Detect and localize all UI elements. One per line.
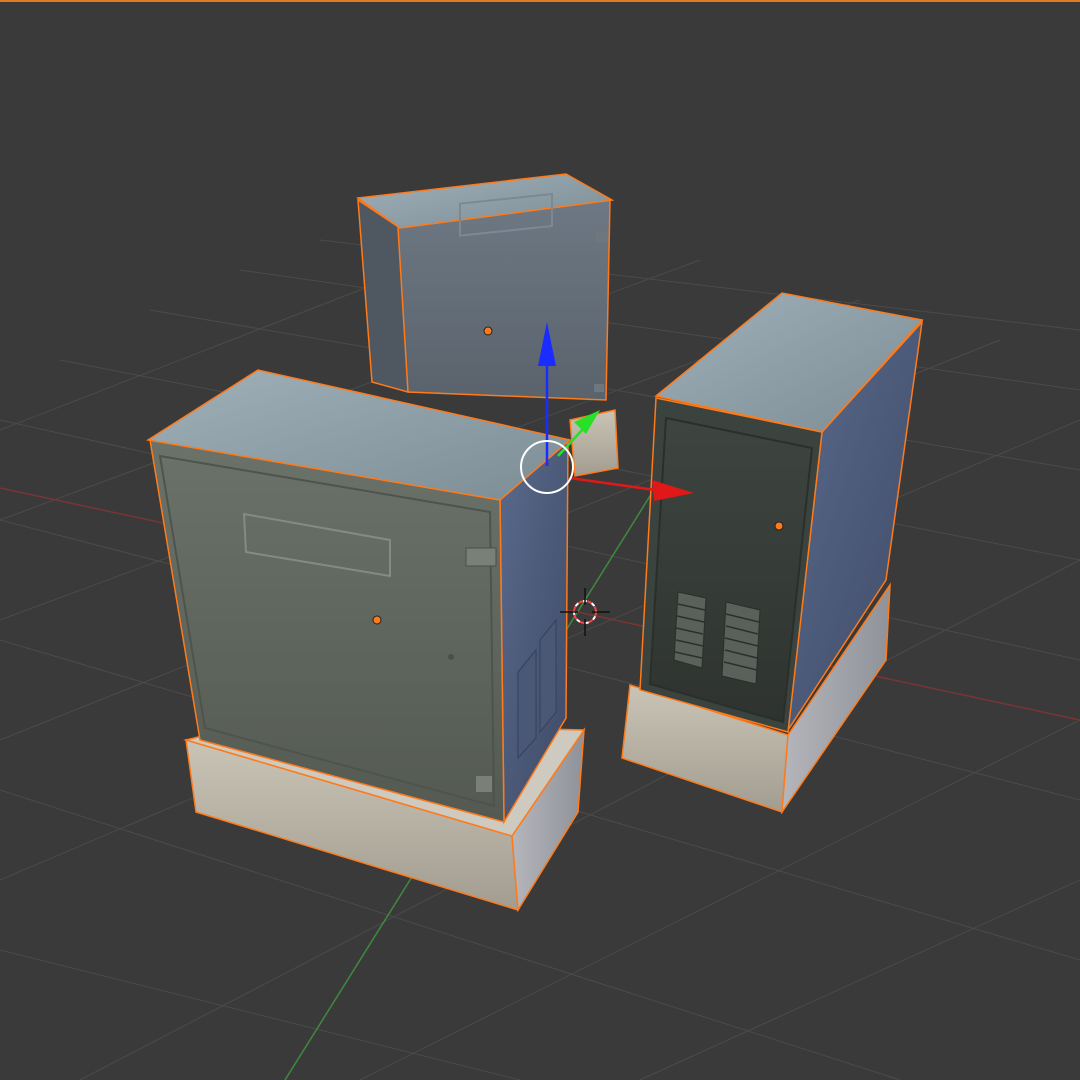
object-origin (483, 326, 493, 336)
3d-viewport[interactable] (0, 0, 1080, 1080)
object-origin (372, 615, 382, 625)
viewport-canvas[interactable] (0, 0, 1080, 1080)
viewport-top-border (0, 0, 1080, 2)
cabinet-right[interactable] (621, 292, 924, 815)
object-origin (774, 521, 784, 531)
cabinet-front-left[interactable] (145, 369, 586, 913)
